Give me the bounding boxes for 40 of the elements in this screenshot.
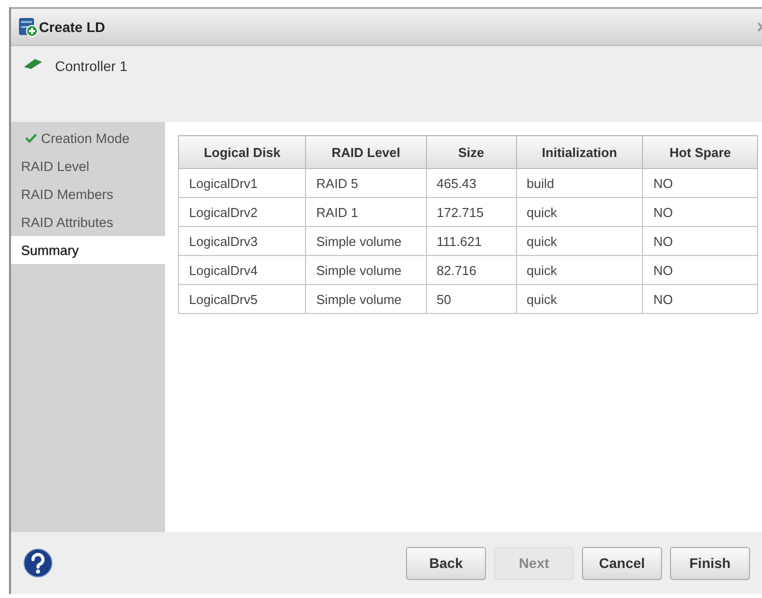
table-cell: LogicalDrv2 <box>178 198 306 226</box>
table-cell: NO <box>642 284 758 314</box>
column-header: RAID Level <box>306 136 426 168</box>
window-title: Create LD <box>39 19 106 35</box>
step-item[interactable]: Creation Mode <box>11 124 165 152</box>
step-item[interactable]: RAID Attributes <box>11 208 165 236</box>
table-cell: 465.43 <box>426 168 516 198</box>
table-cell: RAID 5 <box>306 168 426 198</box>
column-header: Size <box>426 136 516 168</box>
table-cell: Simple volume <box>306 256 426 284</box>
table-cell: 50 <box>426 284 516 314</box>
column-header: Initialization <box>516 136 643 168</box>
table-cell: Simple volume <box>306 226 426 256</box>
table-cell: build <box>516 168 643 198</box>
table-cell: LogicalDrv3 <box>178 226 306 256</box>
table-cell: LogicalDrv4 <box>178 256 306 284</box>
table-cell: quick <box>516 226 643 256</box>
column-header: Hot Spare <box>642 136 758 168</box>
table-cell: Simple volume <box>306 284 426 314</box>
dialog-button[interactable]: Finish <box>670 546 750 580</box>
table-cell: NO <box>642 198 758 226</box>
step-item[interactable]: RAID Members <box>11 180 165 208</box>
table-cell: quick <box>516 256 643 284</box>
table-cell: 82.716 <box>426 256 516 284</box>
dialog-button[interactable]: Cancel <box>582 546 662 580</box>
table-cell: LogicalDrv5 <box>178 284 306 314</box>
step-item[interactable]: RAID Level <box>11 152 165 180</box>
table-cell: 172.715 <box>426 198 516 226</box>
table-cell: 111.621 <box>426 226 516 256</box>
table-cell: RAID 1 <box>306 198 426 226</box>
dialog-button[interactable]: Back <box>406 546 486 580</box>
column-header: Logical Disk <box>178 136 306 168</box>
table-cell: NO <box>642 226 758 256</box>
table-cell: NO <box>642 168 758 198</box>
table-cell: quick <box>516 198 643 226</box>
table-cell: quick <box>516 284 643 314</box>
step-item[interactable]: Summary <box>11 236 165 264</box>
table-cell: LogicalDrv1 <box>178 168 306 198</box>
controller-label: Controller 1 <box>55 58 128 74</box>
table-cell: NO <box>642 256 758 284</box>
